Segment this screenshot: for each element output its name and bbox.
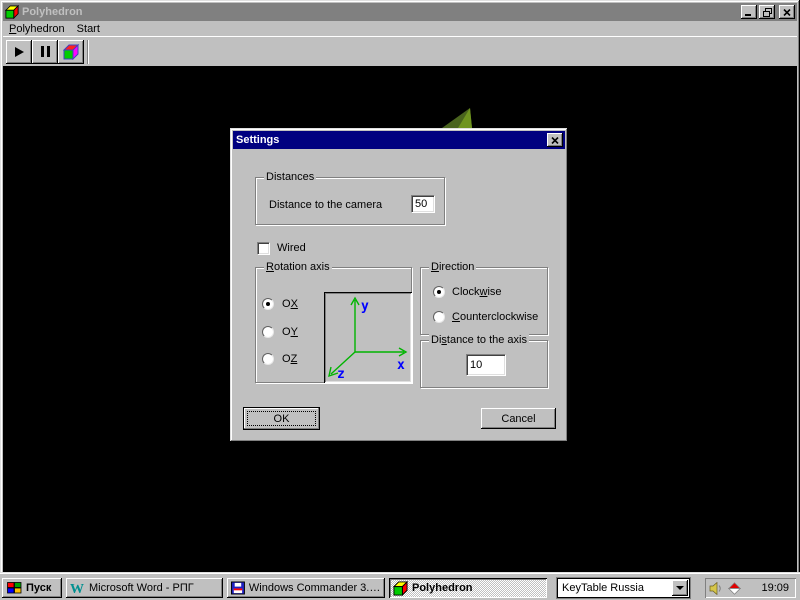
axis-diagram-panel: y x z (324, 292, 412, 383)
distance-camera-input[interactable] (411, 195, 435, 213)
radio-oz[interactable] (262, 353, 274, 365)
distance-camera-label: Distance to the camera (269, 199, 383, 211)
clock: 19:09 (761, 582, 789, 594)
toolbar-separator (87, 39, 89, 64)
task-word[interactable]: W Microsoft Word - РПГ (66, 578, 223, 598)
menubar: Polyhedron Start (3, 21, 797, 36)
settings-dialog: Settings Distances Distance to the camer… (230, 128, 568, 442)
radio-clockwise[interactable] (433, 286, 445, 298)
axis-z-label: z (337, 367, 345, 382)
radio-counterclockwise-label: Counterclockwise (452, 311, 539, 323)
task-label: Microsoft Word - РПГ (89, 582, 194, 594)
windows-flag-icon (7, 582, 22, 594)
pause-icon (40, 46, 50, 57)
menu-start[interactable]: Start (71, 22, 106, 36)
window-titlebar[interactable]: Polyhedron (3, 3, 797, 21)
system-tray: 19:09 (705, 578, 796, 598)
app-cube-icon (5, 5, 19, 19)
close-icon (551, 136, 559, 144)
radio-oz-label: OZ (282, 353, 298, 365)
axis-diagram: y x z (328, 296, 408, 382)
radio-counterclockwise[interactable] (433, 311, 445, 323)
axis-distance-group-label: Distance to the axis (429, 334, 529, 346)
direction-group-label: Direction (429, 261, 477, 273)
play-button[interactable] (6, 39, 32, 64)
rotation-axis-group: Rotation axis OX OY OZ y x z (255, 261, 412, 383)
start-button[interactable]: Пуск (2, 578, 62, 598)
toolbar (3, 36, 797, 66)
commander-icon (231, 581, 245, 595)
keyboard-layout-combobox[interactable]: KeyTable Russia (557, 578, 690, 598)
task-polyhedron[interactable]: Polyhedron (389, 578, 547, 598)
rotation-axis-group-label: Rotation axis (264, 261, 332, 273)
polyhedron-render-fragment (442, 108, 472, 128)
direction-group: Direction Clockwise Counterclockwise (420, 261, 548, 335)
distances-group: Distances Distance to the camera (255, 171, 445, 225)
start-button-label: Пуск (26, 582, 52, 594)
radio-oy-label: OY (282, 326, 298, 338)
distances-group-label: Distances (264, 171, 317, 183)
menu-polyhedron[interactable]: Polyhedron (3, 22, 71, 36)
radio-ox-label: OX (282, 298, 298, 310)
close-button[interactable] (779, 5, 795, 19)
keyboard-layout-value: KeyTable Russia (562, 582, 644, 594)
axis-distance-group: Distance to the axis (420, 334, 548, 388)
minimize-button[interactable] (741, 5, 757, 19)
ok-button[interactable]: OK (243, 407, 320, 430)
wired-label: Wired (277, 242, 306, 254)
word-icon: W (70, 582, 84, 595)
dialog-close-button[interactable] (547, 133, 563, 147)
play-icon (14, 46, 24, 57)
cube-icon (393, 580, 408, 596)
restore-button[interactable] (759, 5, 775, 19)
pause-button[interactable] (32, 39, 58, 64)
cancel-button[interactable]: Cancel (481, 408, 556, 429)
dialog-title: Settings (236, 134, 280, 146)
svg-text:W: W (70, 582, 84, 595)
task-label: Polyhedron (412, 582, 473, 594)
task-label: Windows Commander 3.0 -... (248, 582, 381, 594)
close-icon (783, 8, 791, 16)
polyhedron-button[interactable] (58, 39, 84, 64)
diamond-indicator-icon[interactable] (728, 581, 741, 595)
cube-icon (63, 43, 79, 60)
axis-y-label: y (361, 299, 369, 314)
axis-distance-input[interactable] (466, 354, 506, 376)
radio-oy[interactable] (262, 326, 274, 338)
screen: Polyhedron Polyhedron Start Settings Dis… (0, 0, 800, 600)
task-windows-commander[interactable]: Windows Commander 3.0 -... (227, 578, 385, 598)
radio-clockwise-label: Clockwise (452, 286, 502, 298)
minimize-icon (745, 13, 751, 16)
dialog-titlebar[interactable]: Settings (233, 131, 565, 149)
taskbar: Пуск W Microsoft Word - РПГ Windows Comm… (0, 572, 800, 600)
window-title: Polyhedron (22, 6, 83, 18)
speaker-icon[interactable] (709, 581, 723, 595)
chevron-down-icon (676, 586, 684, 590)
wired-checkbox[interactable] (257, 242, 270, 255)
axis-x-label: x (397, 358, 405, 373)
radio-ox[interactable] (262, 298, 274, 310)
combobox-dropdown-button[interactable] (672, 580, 688, 596)
restore-icon (762, 7, 772, 17)
